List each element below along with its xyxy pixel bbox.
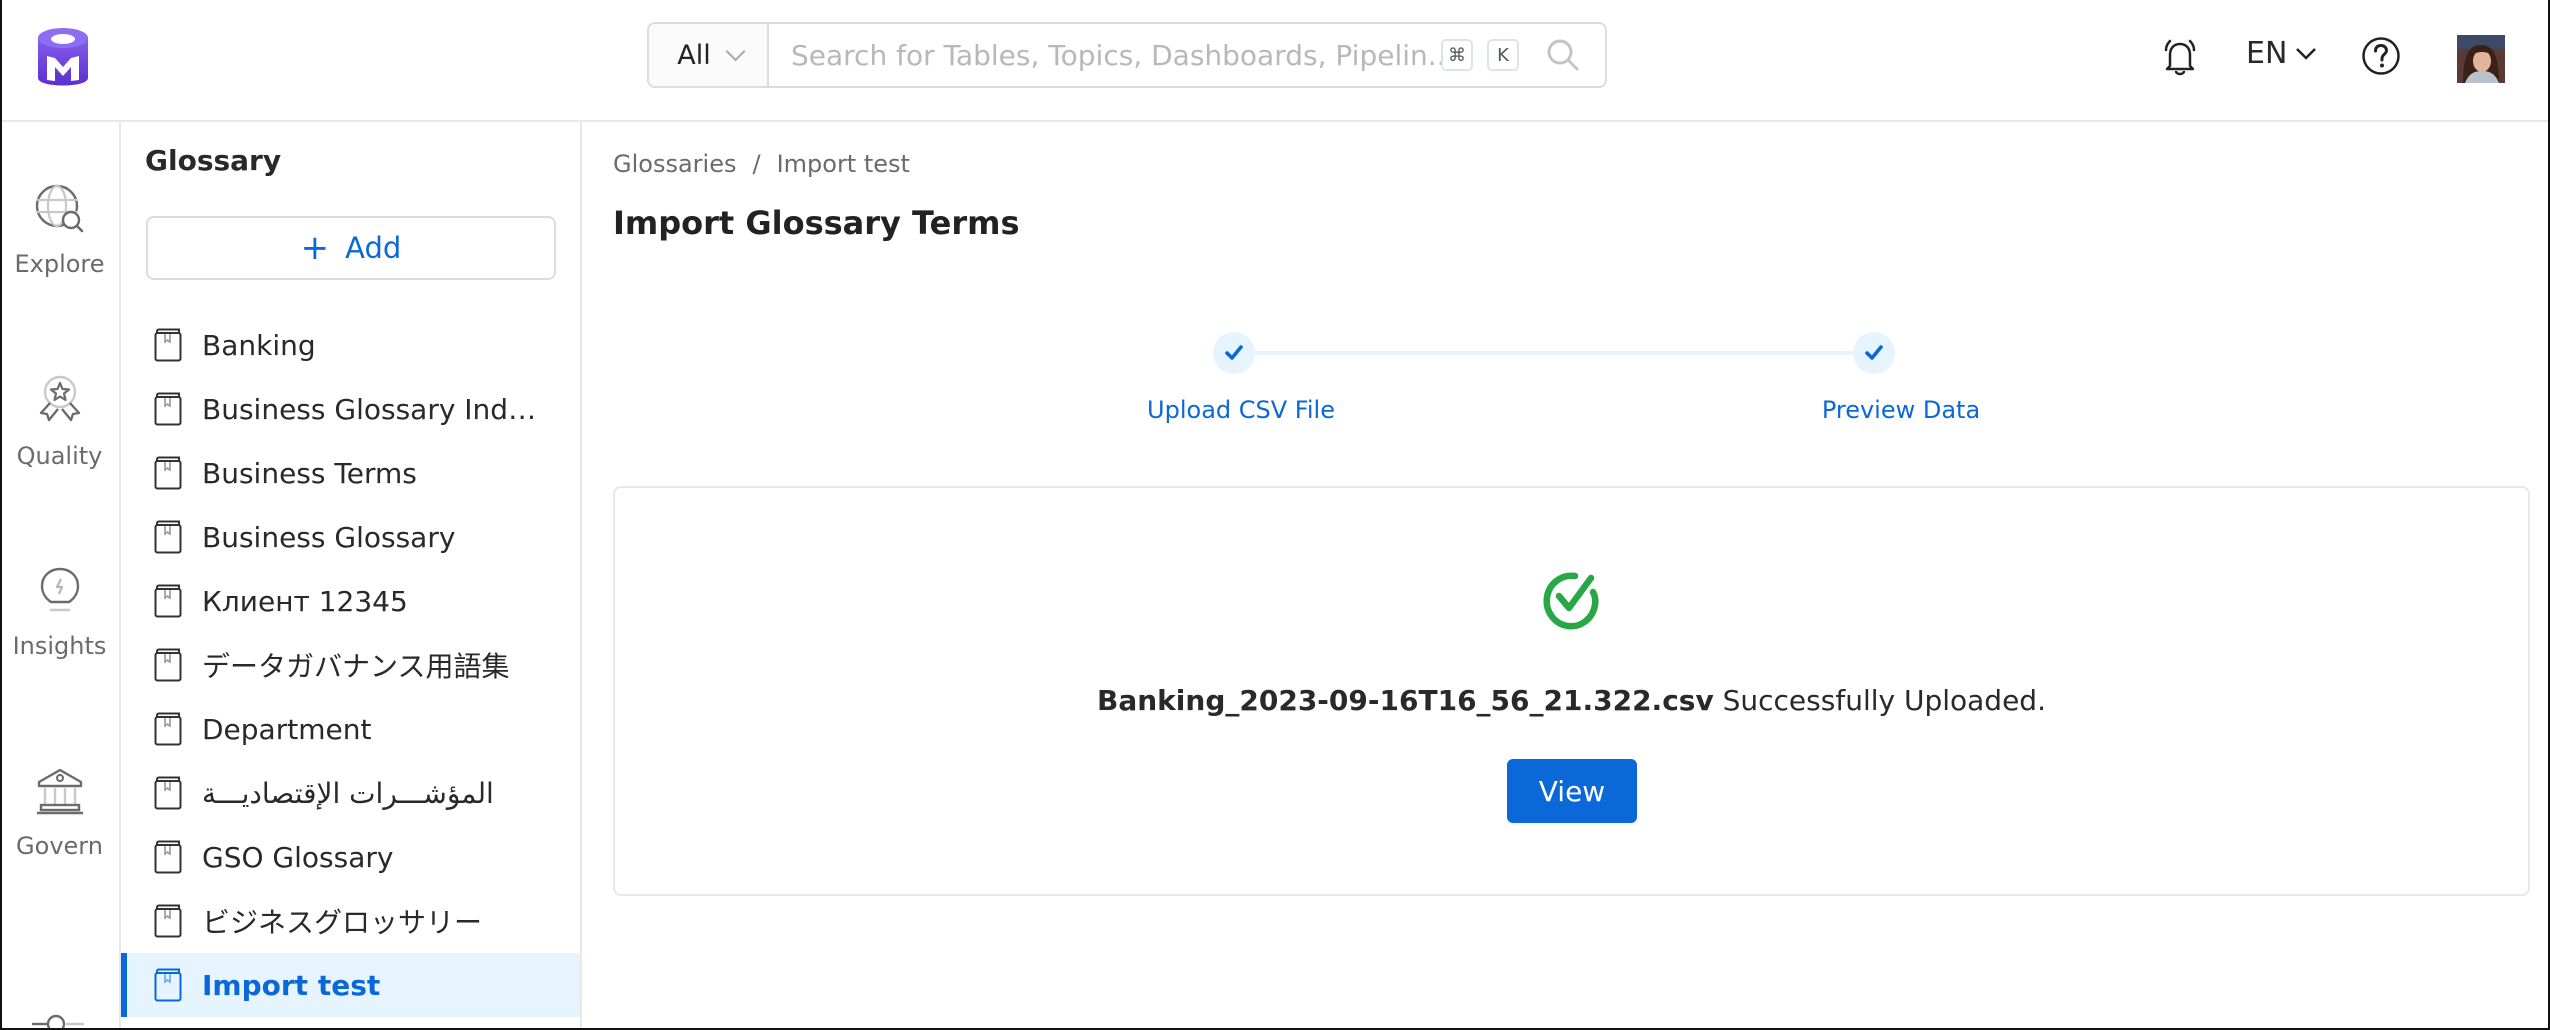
book-icon — [154, 968, 182, 1002]
top-navbar: All ⌘ K EN — [0, 0, 2550, 122]
step-1-label: Upload CSV File — [1147, 396, 1335, 424]
search-input[interactable] — [769, 24, 1441, 86]
uploaded-file-name: Banking_2023-09-16T16_56_21.322.csv — [1097, 684, 1714, 717]
nav-label: Quality — [16, 442, 103, 470]
book-icon — [154, 392, 182, 426]
glossary-item[interactable]: Import test — [121, 953, 580, 1017]
glossary-item-label: Department — [202, 712, 372, 746]
glossary-panel: Glossary + Add Banking Business Glossary … — [121, 122, 582, 1030]
openmetadata-logo-icon[interactable] — [36, 26, 90, 90]
main-content: Glossaries / Import test Import Glossary… — [582, 122, 2548, 1030]
page-title: Import Glossary Terms — [613, 204, 1020, 242]
breadcrumb-glossaries[interactable]: Glossaries — [613, 150, 736, 178]
nav-item-insights[interactable]: Insights — [0, 562, 119, 660]
glossary-item-label: GSO Glossary — [202, 840, 394, 874]
upload-message: Banking_2023-09-16T16_56_21.322.csv Succ… — [615, 684, 2528, 717]
add-glossary-label: Add — [345, 231, 402, 265]
glossary-item[interactable]: ビジネスグロッサリー — [121, 889, 580, 953]
settings-slider-icon[interactable] — [30, 1008, 88, 1030]
global-search: All ⌘ K — [647, 22, 1607, 88]
award-icon — [39, 375, 80, 422]
glossary-item-label: Business Terms — [202, 456, 417, 490]
nav-label: Govern — [16, 832, 103, 860]
success-check-icon — [1543, 572, 1599, 630]
bank-icon — [36, 768, 83, 815]
shortcut-key-k: K — [1487, 39, 1519, 71]
glossary-panel-title: Glossary — [145, 144, 282, 177]
glossary-item[interactable]: المؤشـــرات الإقتصاديـــة — [121, 761, 580, 825]
book-icon — [154, 456, 182, 490]
shortcut-key-cmd: ⌘ — [1441, 39, 1473, 71]
book-icon — [154, 776, 182, 810]
import-stepper: Upload CSV File Preview Data — [582, 332, 2548, 452]
nav-item-govern[interactable]: Govern — [0, 762, 119, 860]
glossary-item-label: Business Glossary — [202, 520, 456, 554]
step-2-label: Preview Data — [1821, 396, 1981, 424]
upload-result-card: Banking_2023-09-16T16_56_21.322.csv Succ… — [613, 486, 2530, 896]
check-icon — [1225, 345, 1243, 360]
glossary-item-label: Business Glossary Indo... — [202, 392, 542, 426]
nav-label: Explore — [14, 250, 105, 278]
book-icon — [154, 328, 182, 362]
glossary-item-label: المؤشـــرات الإقتصاديـــة — [202, 776, 494, 810]
book-icon — [154, 840, 182, 874]
book-icon — [154, 904, 182, 938]
user-avatar-image — [2457, 35, 2505, 83]
glossary-item[interactable]: Business Terms — [121, 441, 580, 505]
book-icon — [154, 584, 182, 618]
glossary-item-label: Клиент 12345 — [202, 584, 408, 618]
plus-icon: + — [300, 228, 330, 268]
glossary-item[interactable]: Business Glossary Indo... — [121, 377, 580, 441]
glossary-item[interactable]: データガバナンス用語集 — [121, 633, 580, 697]
nav-item-quality[interactable]: Quality — [0, 372, 119, 470]
glossary-item-label: ビジネスグロッサリー — [202, 906, 483, 939]
add-glossary-button[interactable]: + Add — [146, 216, 556, 280]
search-category-select[interactable]: All — [649, 24, 769, 86]
language-value: EN — [2246, 36, 2288, 71]
glossary-item[interactable]: GSO Glossary — [121, 825, 580, 889]
nav-label: Insights — [12, 632, 107, 660]
glossary-list: Banking Business Glossary Indo... Business… — [121, 313, 580, 1017]
breadcrumb-current[interactable]: Import test — [777, 150, 910, 178]
book-icon — [154, 520, 182, 554]
breadcrumb-separator: / — [752, 150, 761, 178]
chevron-down-icon — [2296, 47, 2317, 60]
search-category-value: All — [677, 39, 711, 71]
chevron-down-icon — [725, 41, 746, 62]
lightbulb-icon — [40, 567, 79, 612]
search-icon[interactable] — [1543, 35, 1583, 75]
user-avatar[interactable] — [2457, 35, 2505, 83]
breadcrumb: Glossaries / Import test — [613, 150, 910, 178]
glossary-item[interactable]: Business Glossary — [121, 505, 580, 569]
nav-item-explore[interactable]: Explore — [0, 180, 119, 278]
bell-icon[interactable] — [2162, 38, 2198, 78]
step-1-indicator — [1213, 332, 1255, 374]
glossary-item-label: データガバナンス用語集 — [202, 650, 510, 683]
glossary-item[interactable]: Department — [121, 697, 580, 761]
step-2-indicator — [1853, 332, 1895, 374]
check-icon — [1865, 345, 1883, 360]
book-icon — [154, 648, 182, 682]
glossary-item[interactable]: Banking — [121, 313, 580, 377]
glossary-item[interactable]: Клиент 12345 — [121, 569, 580, 633]
glossary-item-label: Import test — [202, 968, 381, 1002]
upload-status-text: Successfully Uploaded. — [1722, 684, 2046, 717]
globe-search-icon — [35, 184, 83, 233]
language-selector[interactable]: EN — [2246, 36, 2317, 71]
glossary-item-label: Banking — [202, 328, 316, 362]
left-navigation: Explore Quality Insights Govern — [0, 122, 121, 1030]
help-circle-icon[interactable] — [2361, 36, 2401, 76]
step-connector — [1234, 351, 1874, 355]
view-button[interactable]: View — [1507, 759, 1637, 823]
book-icon — [154, 712, 182, 746]
